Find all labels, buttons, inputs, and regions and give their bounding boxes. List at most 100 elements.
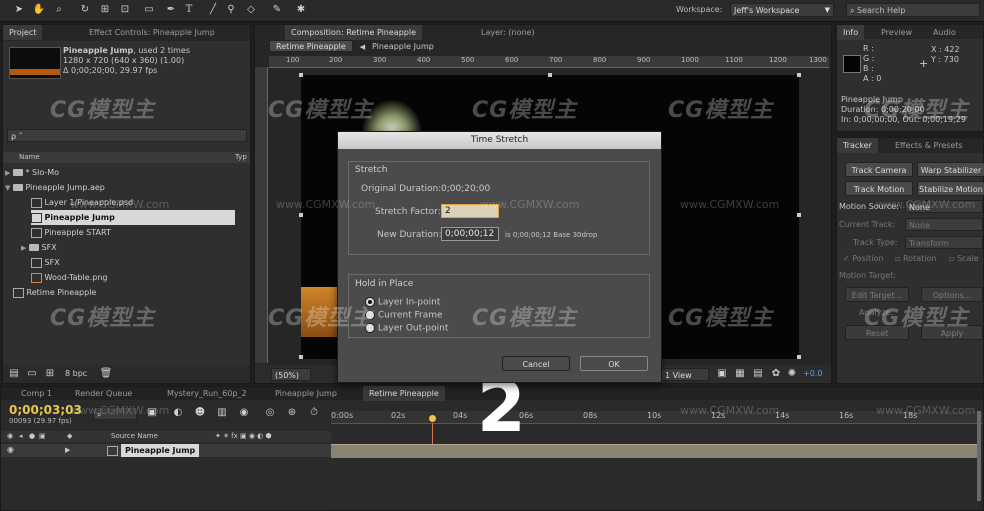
timeline-search-input[interactable]: ⌕ [93,407,137,420]
eraser-tool-icon[interactable]: ◇ [244,3,258,17]
label-icon[interactable]: ◆ [67,431,72,442]
hand-tool-icon[interactable]: ✋ [32,3,46,17]
stretch-factor-input[interactable] [441,204,499,218]
motion-blur-icon[interactable]: ◉ [237,406,251,420]
pen-tool-icon[interactable]: ✒ [164,3,178,17]
playhead-marker-icon[interactable] [429,415,436,422]
col-type[interactable]: Typ [235,152,247,163]
workspace-select[interactable]: Jeff's Workspace ▼ [730,3,834,17]
selection-tool-icon[interactable]: ➤ [12,3,26,17]
tab-project[interactable]: Project [3,25,43,40]
tab-mystery-run[interactable]: Mystery_Run_60p_2 [161,386,253,401]
tab-audio[interactable]: Audio [927,25,962,40]
layer-row[interactable]: ◉ ▶ Pineapple Jump [1,444,331,457]
project-item-layer[interactable]: Layer 1/Pineapple.psd [31,195,235,210]
roto-brush-tool-icon[interactable]: ✎ [270,3,284,17]
col-name[interactable]: Name [19,152,40,163]
stabilize-motion-button[interactable]: Stabilize Motion [917,181,984,196]
tab-info[interactable]: Info [837,25,865,40]
project-item-sfx[interactable]: SFX [31,255,235,270]
tab-render-queue[interactable]: Render Queue [69,386,138,401]
interpret-footage-icon[interactable]: ▤ [7,367,21,381]
source-name-column[interactable]: Source Name [111,431,158,442]
tab-retime-pineapple[interactable]: Retime Pineapple [363,386,445,401]
track-type-select[interactable]: Transform [905,236,983,249]
project-item-pineapple-jump[interactable]: Pineapple Jump [31,210,235,225]
rotate-tool-icon[interactable]: ↻ [78,3,92,17]
bpc-label[interactable]: 8 bpc [65,369,87,378]
tab-comp-1[interactable]: Comp 1 [15,386,58,401]
clone-stamp-tool-icon[interactable]: ⚲ [224,3,238,17]
current-track-select[interactable]: None [905,218,983,231]
project-search-input[interactable]: ρ ˇ [7,129,247,142]
tab-pineapple-jump[interactable]: Pineapple Jump [269,386,343,401]
radio-layer-out-point[interactable]: Layer Out-point [365,323,448,334]
trash-icon[interactable]: 🗑 [99,367,113,381]
project-item-slo-mo[interactable]: ▶ * Slo-Mo [5,165,235,180]
rotation-checkbox[interactable]: ▫ Rotation [895,254,936,263]
camera-tool-icon[interactable]: ⊞ [98,3,112,17]
radio-layer-in-point[interactable]: Layer In-point [365,297,440,308]
zoom-select[interactable]: (50%) [271,368,311,381]
work-area-end[interactable] [977,411,981,501]
pan-behind-tool-icon[interactable]: ⊡ [118,3,132,17]
type-tool-icon[interactable]: T [182,3,196,17]
project-item-aep[interactable]: ▼ Pineapple Jump.aep [5,180,235,195]
expand-arrow-icon[interactable]: ▶ [5,169,10,177]
selection-handle[interactable] [299,355,303,359]
stopwatch-icon[interactable]: ⏱ [307,406,321,420]
ok-button[interactable]: OK [580,356,648,371]
new-composition-icon[interactable]: ⊞ [43,367,57,381]
collapse-arrow-icon[interactable]: ▼ [5,184,10,192]
breadcrumb-pineapple-jump[interactable]: Pineapple Jump [372,42,434,51]
breadcrumb-retime-pineapple[interactable]: Retime Pineapple [269,40,353,52]
eye-icon[interactable]: ◉ [7,445,14,454]
frame-blending-icon[interactable]: ▥ [215,406,229,420]
flowchart-icon[interactable]: ✿ [769,367,783,381]
project-item-pineapple-start[interactable]: Pineapple START [31,225,235,240]
new-duration-input[interactable] [441,227,499,241]
project-item-retime[interactable]: Retime Pineapple [13,285,235,300]
options-button[interactable]: Options... [921,287,983,302]
layer-name[interactable]: Pineapple Jump [121,444,200,457]
selection-handle[interactable] [797,73,801,77]
motion-source-select[interactable]: None [905,200,983,213]
edit-target-button[interactable]: Edit Target... [845,287,909,302]
rectangle-tool-icon[interactable]: ▭ [142,3,156,17]
tab-preview[interactable]: Preview [875,25,918,40]
eye-icon[interactable]: ◉ [7,431,13,442]
selection-handle[interactable] [797,355,801,359]
view-layout-select[interactable]: 1 View [661,368,709,381]
position-checkbox[interactable]: ✓ Position [843,254,883,263]
selection-handle[interactable] [299,213,303,217]
new-folder-icon[interactable]: ▭ [25,367,39,381]
selection-handle[interactable] [299,73,303,77]
project-item-wood-table[interactable]: Wood-Table.png [31,270,235,285]
tab-effect-controls[interactable]: Effect Controls: Pineapple Jump [83,25,221,40]
dialog-title[interactable]: Time Stretch [338,132,661,149]
expand-arrow-icon[interactable]: ▶ [65,446,70,454]
expand-arrow-icon[interactable]: ▶ [21,244,26,252]
tab-tracker[interactable]: Tracker [837,138,878,153]
puppet-pin-tool-icon[interactable]: ✱ [294,3,308,17]
audio-icon[interactable]: ◂ [19,431,23,442]
brush-tool-icon[interactable]: ╱ [206,3,220,17]
project-item-sfx-folder[interactable]: ▶ SFX [21,240,235,255]
track-motion-button[interactable]: Track Motion [845,181,913,196]
tab-composition[interactable]: Composition: Retime Pineapple [285,25,423,40]
zoom-tool-icon[interactable]: ⌕ [52,3,66,17]
fast-previews-icon[interactable]: ▦ [733,367,747,381]
exposure-icon[interactable]: ✺ [785,367,799,381]
shy-icon[interactable]: ☻ [193,406,207,420]
layer-bar[interactable] [331,444,977,458]
switches-icon[interactable]: ✦ ✶ fx ▣ ◉ ◐ ⬢ [215,431,272,442]
comp-mini-flowchart-icon[interactable]: ▣ [145,406,159,420]
cancel-button[interactable]: Cancel [502,356,570,371]
apply-button[interactable]: Apply [921,325,983,340]
draft-3d-icon[interactable]: ◐ [171,406,185,420]
track-camera-button[interactable]: Track Camera [845,162,913,177]
current-timecode[interactable]: 0;00;03;03 [9,403,82,417]
graph-editor-icon[interactable]: ◎ [263,406,277,420]
lock-icon[interactable]: ▣ [39,431,46,442]
warp-stabilizer-button[interactable]: Warp Stabilizer [917,162,984,177]
